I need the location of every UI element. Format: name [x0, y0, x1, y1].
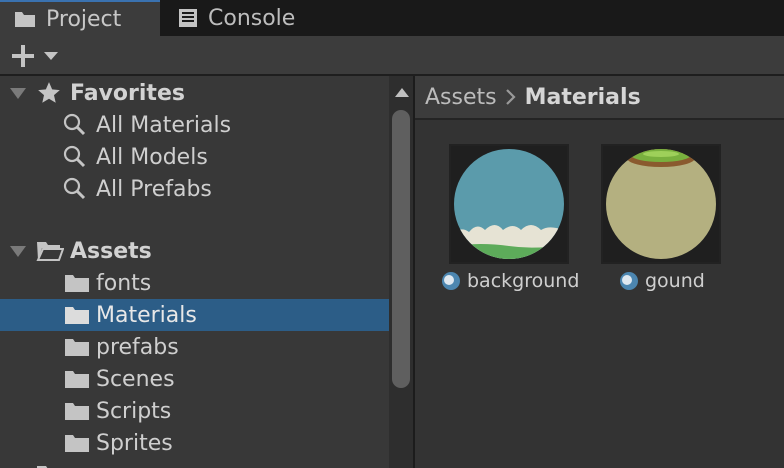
folder-item-scripts[interactable]: Scripts	[0, 395, 389, 427]
assets-header[interactable]: Assets	[0, 235, 389, 267]
folder-item-fonts[interactable]: fonts	[0, 267, 389, 299]
asset-tile-background[interactable]: background	[442, 144, 599, 304]
star-icon	[36, 80, 62, 106]
assets-label: Assets	[70, 238, 152, 264]
folder-tree: Favorites All Materials All Models All P…	[0, 76, 389, 468]
folder-icon	[64, 401, 90, 421]
folder-icon	[14, 10, 36, 28]
folder-item-materials[interactable]: Materials	[0, 299, 389, 331]
breadcrumb-current[interactable]: Materials	[525, 85, 641, 110]
chevron-right-icon	[505, 88, 517, 106]
favorite-item[interactable]: All Models	[0, 141, 389, 173]
asset-name: background	[441, 270, 579, 292]
folder-icon	[64, 433, 90, 453]
search-icon	[62, 176, 88, 202]
asset-browser: Assets Materials background gound	[415, 76, 784, 468]
create-button[interactable]	[10, 40, 66, 72]
scroll-up-arrow-icon[interactable]	[395, 88, 409, 97]
tab-label: Console	[208, 5, 296, 31]
folder-label: Sprites	[96, 430, 173, 456]
favorites-header[interactable]: Favorites	[0, 77, 389, 109]
folder-label: Scenes	[96, 366, 175, 392]
tree-scrollbar[interactable]	[389, 76, 415, 468]
favorite-item[interactable]: All Prefabs	[0, 173, 389, 205]
favorite-label: All Materials	[96, 112, 232, 138]
asset-name-text: gound	[645, 270, 705, 292]
folder-label: Scripts	[96, 398, 172, 424]
tab-bar: Project Console	[0, 0, 784, 36]
foldout-expanded-icon[interactable]	[10, 246, 26, 257]
tab-console[interactable]: Console	[164, 0, 324, 36]
material-sphere-gound	[606, 149, 716, 259]
search-icon	[62, 144, 88, 170]
favorite-label: All Prefabs	[96, 176, 212, 202]
plus-icon	[10, 43, 36, 69]
folder-icon	[64, 305, 90, 325]
scroll-thumb[interactable]	[392, 110, 410, 388]
folder-icon	[36, 464, 64, 468]
folder-icon	[64, 273, 90, 293]
favorite-item[interactable]: All Materials	[0, 109, 389, 141]
folder-label: Materials	[96, 302, 197, 328]
material-preview[interactable]	[601, 144, 721, 264]
folder-label: fonts	[96, 270, 152, 296]
asset-name-text: background	[467, 270, 580, 292]
open-folder-icon	[36, 240, 64, 262]
material-icon	[441, 271, 461, 291]
folder-item-scenes[interactable]: Scenes	[0, 363, 389, 395]
favorite-label: All Models	[96, 144, 208, 170]
tab-label: Project	[46, 6, 122, 32]
folder-label: prefabs	[96, 334, 179, 360]
cutoff-tree-row	[0, 459, 389, 468]
asset-tile-gound[interactable]: gound	[601, 144, 751, 304]
folder-icon	[64, 369, 90, 389]
asset-name: gound	[619, 270, 705, 292]
console-icon	[178, 8, 198, 28]
material-sphere-background	[454, 149, 564, 259]
project-toolbar	[0, 36, 784, 76]
breadcrumb-root[interactable]: Assets	[425, 85, 497, 110]
material-icon	[619, 271, 639, 291]
foldout-expanded-icon[interactable]	[10, 88, 26, 99]
dropdown-arrow-icon	[44, 51, 58, 61]
folder-item-prefabs[interactable]: prefabs	[0, 331, 389, 363]
folder-icon	[64, 337, 90, 357]
favorites-label: Favorites	[70, 80, 185, 106]
tab-project[interactable]: Project	[0, 0, 160, 36]
folder-item-sprites[interactable]: Sprites	[0, 427, 389, 459]
search-icon	[62, 112, 88, 138]
material-preview[interactable]	[449, 144, 569, 264]
breadcrumb: Assets Materials	[415, 76, 784, 120]
